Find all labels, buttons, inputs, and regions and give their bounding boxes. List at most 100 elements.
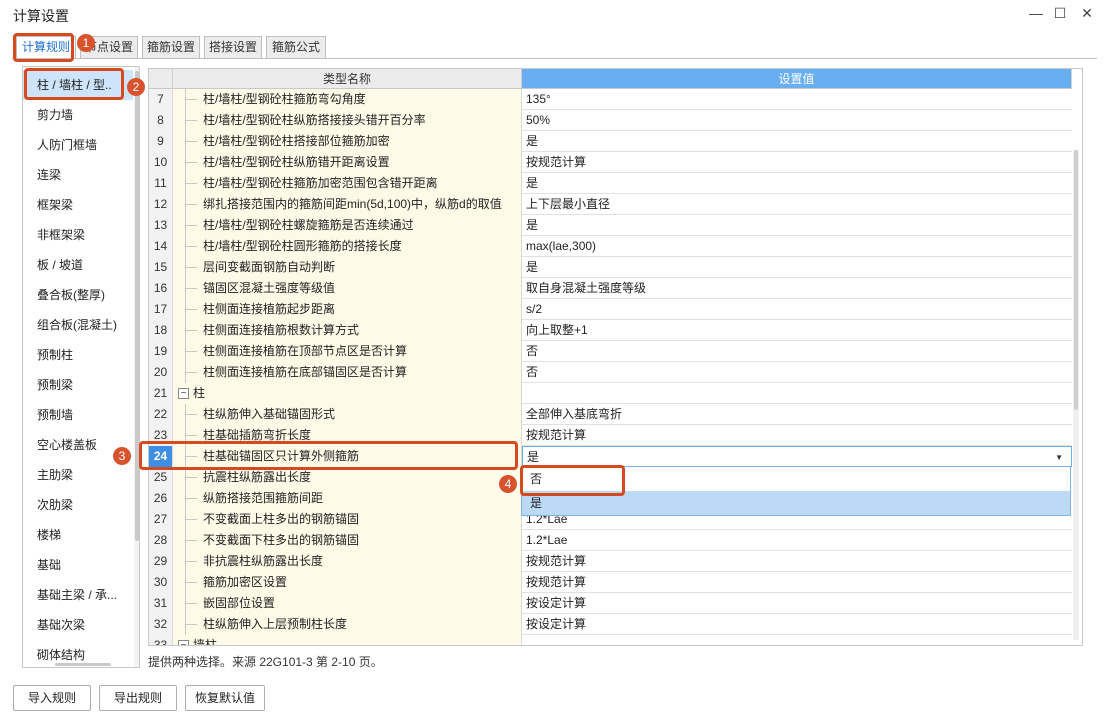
sidebar-item-precast-beam[interactable]: 预制梁 [23,370,133,400]
setting-value[interactable]: 1.2*Lae [522,530,1072,551]
sidebar-item-foundation-secondary-beam[interactable]: 基础次梁 [23,610,133,640]
setting-value[interactable]: 按规范计算 [522,425,1072,446]
sidebar-item-non-frame-beam[interactable]: 非框架梁 [23,220,133,250]
table-row[interactable]: 22 柱纵筋伸入基础锚固形式 全部伸入基底弯折 [149,404,1072,425]
collapse-icon[interactable]: − [178,640,189,645]
setting-value[interactable]: 按设定计算 [522,593,1072,614]
table-row[interactable]: 11 柱/墙柱/型钢砼柱箍筋加密范围包含错开距离 是 [149,173,1072,194]
setting-value-text: 是 [526,176,539,190]
tab-stirrup-settings[interactable]: 箍筋设置 [142,36,200,58]
sidebar-item-foundation-main-beam[interactable]: 基础主梁 / 承... [23,580,133,610]
table-row[interactable]: 17 柱侧面连接植筋起步距离 s/2 [149,299,1072,320]
setting-name: 柱/墙柱/型钢砼柱圆形箍筋的搭接长度 [173,236,522,257]
setting-value[interactable]: 是 [522,131,1072,152]
sidebar-item-precast-column[interactable]: 预制柱 [23,340,133,370]
setting-value[interactable]: 上下层最小直径 [522,194,1072,215]
group-row[interactable]: 21− 柱 [149,383,1072,404]
table-row[interactable]: 8 柱/墙柱/型钢砼柱纵筋搭接接头错开百分率 50% [149,110,1072,131]
setting-value-text: 按规范计算 [526,554,587,568]
table-row[interactable]: 16 锚固区混凝土强度等级值 取自身混凝土强度等级 [149,278,1072,299]
sidebar-item-composite-slab-concrete[interactable]: 组合板(混凝土) [23,310,133,340]
setting-value[interactable]: 取自身混凝土强度等级 [522,278,1072,299]
setting-name: 柱/墙柱/型钢砼柱搭接部位箍筋加密 [173,131,522,152]
tab-lap-settings[interactable]: 搭接设置 [204,36,262,58]
table-row[interactable]: 9 柱/墙柱/型钢砼柱搭接部位箍筋加密 是 [149,131,1072,152]
sidebar-item-stair[interactable]: 楼梯 [23,520,133,550]
setting-value[interactable]: 否 [522,362,1072,383]
table-row[interactable]: 31 嵌固部位设置 按设定计算 [149,593,1072,614]
setting-name-text: 层间变截面钢筋自动判断 [203,260,336,274]
grid-scrollbar-thumb[interactable] [1074,150,1078,410]
value-combobox[interactable]: 是 ▼ [522,446,1072,467]
sidebar-item-shear-wall[interactable]: 剪力墙 [23,100,133,130]
setting-value[interactable]: 50% [522,110,1072,131]
setting-value[interactable]: 按规范计算 [522,152,1072,173]
table-row[interactable]: 13 柱/墙柱/型钢砼柱螺旋箍筋是否连续通过 是 [149,215,1072,236]
setting-value[interactable]: 全部伸入基底弯折 [522,404,1072,425]
minimize-icon[interactable]: — [1025,3,1047,23]
row-number: 15 [149,257,173,278]
collapse-icon[interactable]: − [178,388,189,399]
setting-value[interactable]: 向上取整+1 [522,320,1072,341]
sidebar-item-secondary-rib-beam[interactable]: 次肋梁 [23,490,133,520]
maximize-icon[interactable]: ☐ [1049,3,1071,23]
table-row[interactable]: 12 绑扎搭接范围内的箍筋间距min(5d,100)中，纵筋d的取值 上下层最小直径 [149,194,1072,215]
sidebar-item-civil-door-frame[interactable]: 人防门框墙 [23,130,133,160]
import-rules-button[interactable]: 导入规则 [13,685,91,711]
setting-value-text: 是 [527,450,540,464]
table-row[interactable]: 32 柱纵筋伸入上层预制柱长度 按设定计算 [149,614,1072,635]
settings-grid: 类型名称 设置值 7 柱/墙柱/型钢砼柱箍筋弯勾角度 135° 8 柱/墙柱/型钢砼柱纵… [148,68,1083,646]
setting-value[interactable]: 135° [522,89,1072,110]
sidebar-item-composite-slab-full[interactable]: 叠合板(整厚) [23,280,133,310]
sidebar-item-coupling-beam[interactable]: 连梁 [23,160,133,190]
setting-value[interactable] [522,383,1072,404]
group-row[interactable]: 33− 墙柱 [149,635,1072,645]
table-row[interactable]: 28 不变截面下柱多出的钢筋锚固 1.2*Lae [149,530,1072,551]
tab-stirrup-formula[interactable]: 箍筋公式 [266,36,326,58]
table-row[interactable]: 7 柱/墙柱/型钢砼柱箍筋弯勾角度 135° [149,89,1072,110]
table-row[interactable]: 15 层间变截面钢筋自动判断 是 [149,257,1072,278]
setting-value-text: 上下层最小直径 [526,197,611,211]
table-row[interactable]: 20 柱侧面连接植筋在底部锚固区是否计算 否 [149,362,1072,383]
row-number: 26 [149,488,173,509]
table-row[interactable]: 30 箍筋加密区设置 按规范计算 [149,572,1072,593]
table-row[interactable]: 14 柱/墙柱/型钢砼柱圆形箍筋的搭接长度 max(lae,300) [149,236,1072,257]
export-rules-button[interactable]: 导出规则 [99,685,177,711]
setting-value[interactable]: max(lae,300) [522,236,1072,257]
table-row[interactable]: 18 柱侧面连接植筋根数计算方式 向上取整+1 [149,320,1072,341]
annotation-badge-4: 4 [499,475,517,493]
grid-header-name[interactable]: 类型名称 [173,69,522,89]
chevron-down-icon[interactable]: ▼ [1055,447,1063,468]
row-number: 18 [149,320,173,341]
setting-value[interactable]: 按规范计算 [522,572,1072,593]
setting-value[interactable]: 按规范计算 [522,551,1072,572]
sidebar-item-frame-beam[interactable]: 框架梁 [23,190,133,220]
row-number: 30 [149,572,173,593]
sidebar-item-main-rib-beam[interactable]: 主肋梁 [23,460,133,490]
setting-value[interactable]: 是 [522,215,1072,236]
setting-value[interactable]: 是 [522,173,1072,194]
restore-defaults-button[interactable]: 恢复默认值 [185,685,265,711]
row-number: 31 [149,593,173,614]
setting-name-text: 柱侧面连接植筋在顶部节点区是否计算 [203,344,408,358]
sidebar-item-precast-wall[interactable]: 预制墙 [23,400,133,430]
window-title: 计算设置 [13,8,69,24]
grid-header-value[interactable]: 设置值 [522,69,1072,89]
setting-value[interactable]: 否 [522,341,1072,362]
close-icon[interactable]: ✕ [1076,3,1098,23]
setting-value-text: 50% [526,113,551,127]
sidebar-hscrollbar-thumb[interactable] [55,663,111,666]
table-row[interactable]: 29 非抗震柱纵筋露出长度 按规范计算 [149,551,1072,572]
sidebar-item-foundation[interactable]: 基础 [23,550,133,580]
setting-value[interactable]: s/2 [522,299,1072,320]
sidebar-scrollbar-thumb[interactable] [135,71,139,541]
setting-value[interactable]: 是 [522,257,1072,278]
table-row[interactable]: 10 柱/墙柱/型钢砼柱纵筋错开距离设置 按规范计算 [149,152,1072,173]
setting-name-text: 不变截面下柱多出的钢筋锚固 [203,533,360,547]
setting-name-text: 柱/墙柱/型钢砼柱纵筋错开距离设置 [203,155,390,169]
setting-value[interactable] [522,635,1072,645]
sidebar-item-slab-ramp[interactable]: 板 / 坡道 [23,250,133,280]
category-list[interactable]: 柱 / 墙柱 / 型.. 剪力墙 人防门框墙 连梁 框架梁 非框架梁 板 / 坡… [22,66,140,668]
table-row[interactable]: 19 柱侧面连接植筋在顶部节点区是否计算 否 [149,341,1072,362]
setting-value[interactable]: 按设定计算 [522,614,1072,635]
